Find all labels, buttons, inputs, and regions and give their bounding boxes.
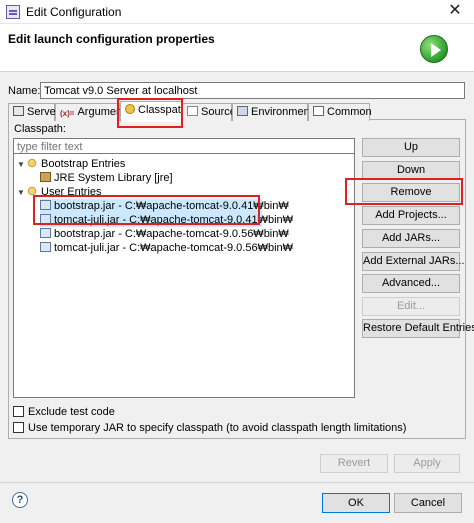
entries-icon <box>26 186 38 196</box>
tree-label: bootstrap.jar - C:₩apache-tomcat-9.0.41₩… <box>54 200 289 212</box>
checkbox-box[interactable] <box>13 422 24 433</box>
tree-label: User Entries <box>41 186 102 198</box>
tab-label: Common <box>327 106 372 118</box>
cancel-button[interactable]: Cancel <box>394 493 462 513</box>
tree-node-jre[interactable]: JRE System Library [jre] <box>40 171 173 185</box>
common-icon <box>313 106 324 116</box>
chevron-down-icon[interactable]: ▼ <box>16 186 26 200</box>
tree-node-jar[interactable]: tomcat-juli.jar - C:₩apache-tomcat-9.0.5… <box>40 241 293 255</box>
tab-classpath[interactable]: Classpath <box>120 101 187 122</box>
app-icon <box>6 5 20 19</box>
jar-icon <box>40 214 51 224</box>
tree-node-jar[interactable]: tomcat-juli.jar - C:₩apache-tomcat-9.0.4… <box>40 213 293 227</box>
entries-icon <box>26 158 38 168</box>
window-title: Edit Configuration <box>26 5 122 19</box>
tab-label: Environment <box>251 106 313 118</box>
ok-button[interactable]: OK <box>322 493 390 513</box>
down-button[interactable]: Down <box>362 161 460 180</box>
checkbox-label: Exclude test code <box>28 406 115 418</box>
advanced-button[interactable]: Advanced... <box>362 274 460 293</box>
restore-default-entries-button[interactable]: Restore Default Entries <box>362 319 474 338</box>
tree-label: tomcat-juli.jar - C:₩apache-tomcat-9.0.4… <box>54 214 294 226</box>
exclude-test-code-checkbox[interactable]: Exclude test code <box>13 405 115 419</box>
tab-arguments[interactable]: (x)= Arguments <box>55 103 131 121</box>
remove-button[interactable]: Remove <box>362 183 460 202</box>
up-button[interactable]: Up <box>362 138 460 157</box>
footer-separator <box>0 482 474 483</box>
tab-common[interactable]: Common <box>308 103 372 121</box>
run-icon <box>420 35 448 63</box>
classpath-label: Classpath: <box>14 123 66 135</box>
close-icon[interactable]: ✕ <box>446 2 464 20</box>
tab-label: Classpath <box>138 104 187 116</box>
help-icon[interactable]: ? <box>12 492 28 508</box>
add-projects-button[interactable]: Add Projects... <box>362 206 460 225</box>
title-bar: Edit Configuration ✕ <box>0 0 474 24</box>
add-external-jars-button[interactable]: Add External JARs... <box>362 252 465 271</box>
tree-node-jar[interactable]: bootstrap.jar - C:₩apache-tomcat-9.0.41₩… <box>40 199 289 213</box>
arguments-icon: (x)= <box>60 109 75 118</box>
tree-label: JRE System Library [jre] <box>54 172 173 184</box>
library-icon <box>40 172 51 182</box>
tab-source[interactable]: Source <box>182 103 236 121</box>
source-icon <box>187 106 198 116</box>
checkbox-label: Use temporary JAR to specify classpath (… <box>28 422 407 434</box>
add-jars-button[interactable]: Add JARs... <box>362 229 460 248</box>
dialog-header: Edit launch configuration properties <box>0 24 474 72</box>
classpath-tree[interactable]: ▼ Bootstrap Entries JRE System Library [j… <box>13 153 355 398</box>
tree-node-jar[interactable]: bootstrap.jar - C:₩apache-tomcat-9.0.56₩… <box>40 227 289 241</box>
chevron-down-icon[interactable]: ▼ <box>16 158 26 172</box>
tree-label: bootstrap.jar - C:₩apache-tomcat-9.0.56₩… <box>54 228 289 240</box>
jar-icon <box>40 242 51 252</box>
server-icon <box>13 106 24 116</box>
tab-server[interactable]: Server <box>8 103 59 121</box>
jar-icon <box>40 200 51 210</box>
tree-node-bootstrap-entries[interactable]: ▼ Bootstrap Entries <box>16 157 125 171</box>
tree-label: Bootstrap Entries <box>41 158 126 170</box>
checkbox-box[interactable] <box>13 406 24 417</box>
environment-icon <box>237 106 248 116</box>
tree-node-user-entries[interactable]: ▼ User Entries <box>16 185 102 199</box>
revert-button[interactable]: Revert <box>320 454 388 473</box>
edit-button[interactable]: Edit... <box>362 297 460 316</box>
jar-icon <box>40 228 51 238</box>
temporary-jar-checkbox[interactable]: Use temporary JAR to specify classpath (… <box>13 421 406 435</box>
header-title: Edit launch configuration properties <box>8 32 215 46</box>
name-field[interactable] <box>40 82 465 99</box>
tree-label: tomcat-juli.jar - C:₩apache-tomcat-9.0.5… <box>54 242 294 254</box>
classpath-icon <box>125 104 135 114</box>
name-label: Name: <box>8 85 41 97</box>
tab-environment[interactable]: Environment <box>232 103 313 121</box>
apply-button[interactable]: Apply <box>394 454 460 473</box>
tab-label: Source <box>201 106 236 118</box>
